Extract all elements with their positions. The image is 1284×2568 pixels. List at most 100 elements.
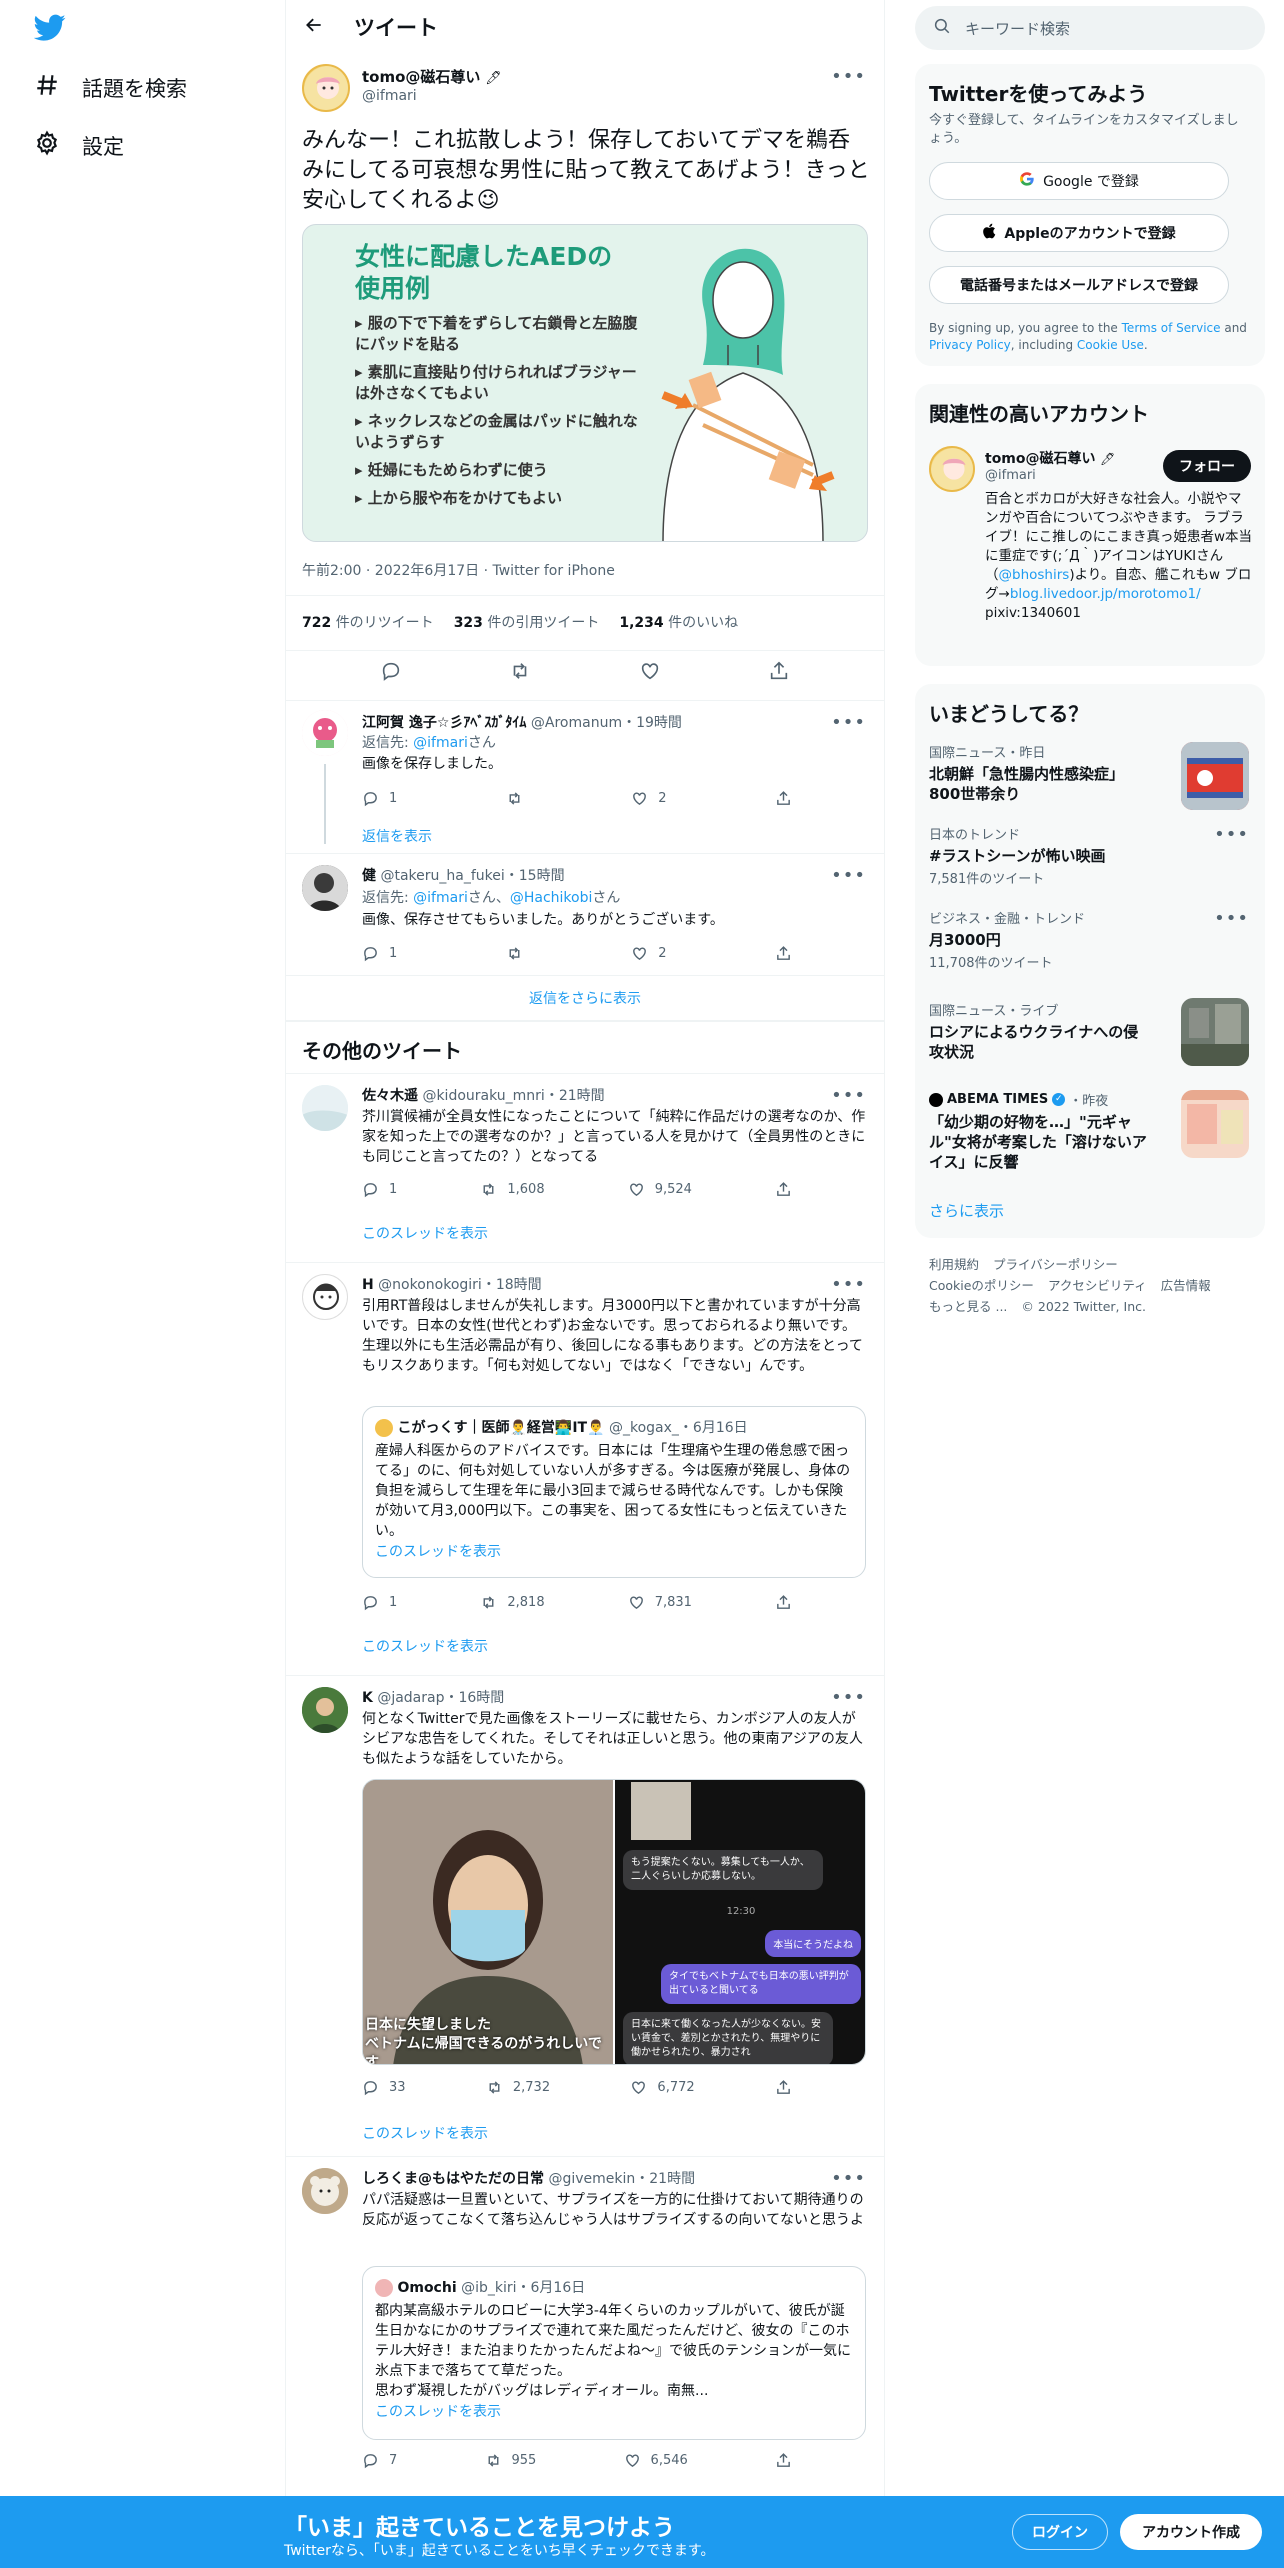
show-more-trends-link[interactable]: さらに表示 <box>929 1200 1004 1221</box>
avatar[interactable] <box>302 1085 348 1131</box>
more-options-icon[interactable]: ••• <box>831 2168 866 2189</box>
privacy-link[interactable]: Privacy Policy <box>929 338 1011 352</box>
share-icon[interactable] <box>768 660 790 686</box>
footer-link[interactable]: 利用規約 <box>929 1254 979 1275</box>
other-tweet[interactable]: K @jadarap・16時間 ••• 何となくTwitterで見た画像をストー… <box>286 1675 884 2155</box>
apple-signup-button[interactable]: Appleのアカウントで登録 <box>929 214 1229 252</box>
retweet-button[interactable] <box>506 945 523 962</box>
tweet-image[interactable]: 女性に配慮したAEDの 使用例 ▸ 服の下で下着をずらして右鎖骨と左脇腹にパッドを… <box>302 224 868 542</box>
twitter-logo-icon[interactable] <box>33 14 66 46</box>
avatar[interactable] <box>302 2168 348 2214</box>
back-arrow-icon[interactable] <box>304 15 324 40</box>
footer-link[interactable]: Cookieのポリシー <box>929 1275 1034 1296</box>
avatar[interactable] <box>302 1274 348 1320</box>
mention-link[interactable]: @ifmari <box>413 735 468 751</box>
show-more-replies-link[interactable]: 返信をさらに表示 <box>286 988 884 1008</box>
quoted-tweet[interactable]: こがっくす｜医師👨‍⚕️経営👨‍💻IT👨‍💼 @_kogax_・6月16日 産婦… <box>362 1406 866 1578</box>
more-options-icon[interactable]: ••• <box>831 1687 866 1708</box>
bio-mention-link[interactable]: @bhoshirs <box>999 567 1070 583</box>
quoted-tweet[interactable]: Omochi @ib_kiri・6月16日 都内某高級ホテルのロビーに大学3-4… <box>362 2266 866 2440</box>
search-input[interactable]: キーワード検索 <box>965 18 1070 39</box>
cookie-link[interactable]: Cookie Use <box>1077 338 1144 352</box>
like-icon[interactable] <box>639 660 661 686</box>
trend-item[interactable]: ビジネス・金融・トレンド 月3000円 11,708件のツイート <box>929 908 1249 971</box>
like-button[interactable]: 2 <box>631 790 667 807</box>
show-thread-link[interactable]: このスレッドを表示 <box>362 1636 488 1656</box>
like-button[interactable]: 9,524 <box>628 1181 692 1198</box>
media-chat-screenshot[interactable]: もう提案たくない。募集しても一人か、二人ぐらいしか応募しない。 12:30 本当… <box>615 1780 865 2064</box>
footer-link[interactable]: アクセシビリティ <box>1048 1275 1147 1296</box>
google-signup-button[interactable]: Google で登録 <box>929 162 1229 200</box>
author-name[interactable]: tomo@磁石尊い 🖊 <box>362 66 502 87</box>
reply-button[interactable]: 33 <box>362 2079 406 2096</box>
footer-link[interactable]: 広告情報 <box>1161 1275 1211 1296</box>
show-thread-link[interactable]: このスレッドを表示 <box>362 1223 488 1243</box>
retweet-button[interactable]: 2,732 <box>486 2079 550 2096</box>
retweet-count[interactable]: 722 件のリツイート <box>302 612 434 632</box>
retweet-button[interactable]: 955 <box>485 2452 536 2469</box>
author-handle[interactable]: @ifmari <box>362 88 417 104</box>
share-button[interactable] <box>775 1181 792 1198</box>
follow-button[interactable]: フォロー <box>1163 450 1251 482</box>
phone-email-signup-button[interactable]: 電話番号またはメールアドレスで登録 <box>929 266 1229 304</box>
share-button[interactable] <box>775 1594 792 1611</box>
avatar[interactable] <box>929 446 975 492</box>
show-replies-link[interactable]: 返信を表示 <box>362 826 432 846</box>
like-button[interactable]: 6,546 <box>624 2452 688 2469</box>
create-account-button[interactable]: アカウント作成 <box>1120 2514 1262 2550</box>
more-options-icon[interactable]: ••• <box>831 66 866 87</box>
reply-button[interactable]: 1 <box>362 1594 397 1611</box>
show-thread-link[interactable]: このスレッドを表示 <box>362 2123 488 2143</box>
more-options-icon[interactable]: ••• <box>831 712 866 733</box>
retweet-button[interactable]: 1,608 <box>480 1181 545 1198</box>
share-button[interactable] <box>775 2452 792 2469</box>
quote-count[interactable]: 323 件の引用ツイート <box>454 612 600 632</box>
trend-more-icon[interactable]: ••• <box>1214 908 1249 929</box>
show-thread-link[interactable]: このスレッドを表示 <box>375 2401 853 2421</box>
tweet-timestamp[interactable]: 午前2:00 · 2022年6月17日 · Twitter for iPhone <box>302 560 615 580</box>
media-photo[interactable]: 日本に失望しました ベトナムに帰国できるのがうれしいです <box>363 1780 613 2064</box>
tweet-media[interactable]: 日本に失望しました ベトナムに帰国できるのがうれしいです もう提案たくない。募集… <box>362 1779 866 2065</box>
mention-link[interactable]: @ifmari <box>413 890 468 906</box>
blog-link[interactable]: blog.livedoor.jp/morotomo1/ <box>1010 586 1201 602</box>
more-options-icon[interactable]: ••• <box>831 865 866 886</box>
like-button[interactable]: 2 <box>631 945 667 962</box>
more-options-icon[interactable]: ••• <box>831 1085 866 1106</box>
trend-more-icon[interactable]: ••• <box>1214 824 1249 845</box>
mention-link[interactable]: @Hachikobi <box>510 890 593 906</box>
show-thread-link[interactable]: このスレッドを表示 <box>375 1541 853 1561</box>
related-handle[interactable]: @ifmari <box>985 468 1036 483</box>
reply-button[interactable]: 1 <box>362 945 397 962</box>
avatar[interactable] <box>302 865 348 911</box>
reply-button[interactable]: 1 <box>362 790 397 807</box>
other-tweet[interactable]: H @nokonokogiri・18時間 ••• 引用RT普段はしませんが失礼し… <box>286 1262 884 1662</box>
nav-explore[interactable]: 話題を検索 <box>34 72 187 103</box>
reply-icon[interactable] <box>380 660 402 686</box>
more-options-icon[interactable]: ••• <box>831 1274 866 1295</box>
share-button[interactable] <box>775 945 792 962</box>
like-button[interactable]: 6,772 <box>630 2079 695 2096</box>
reply-tweet[interactable]: 江阿賀 逸子☆彡ｱﾍﾞｽｶﾞﾀｲﾑ @Aromanum・19時間 ••• 返信先… <box>286 700 884 852</box>
retweet-icon[interactable] <box>509 660 531 686</box>
like-count[interactable]: 1,234 件のいいね <box>619 612 738 632</box>
retweet-button[interactable] <box>506 790 523 807</box>
like-button[interactable]: 7,831 <box>628 1594 692 1611</box>
other-tweet[interactable]: しろくま@もはやただの日常 @givemekin・21時間 ••• パパ活疑惑は… <box>286 2156 884 2496</box>
share-button[interactable] <box>775 790 792 807</box>
reply-button[interactable]: 1 <box>362 1181 397 1198</box>
terms-link[interactable]: Terms of Service <box>1122 321 1221 335</box>
avatar[interactable] <box>302 1687 348 1733</box>
share-button[interactable] <box>775 2079 792 2096</box>
other-tweet[interactable]: 佐々木遥 @kidouraku_mnri・21時間 ••• 芥川賞候補が全員女性… <box>286 1073 884 1273</box>
avatar[interactable] <box>302 64 350 112</box>
related-name[interactable]: tomo@磁石尊い 🖊 <box>985 448 1115 468</box>
reply-button[interactable]: 7 <box>362 2452 397 2469</box>
avatar[interactable] <box>302 710 348 756</box>
retweet-button[interactable]: 2,818 <box>480 1594 545 1611</box>
search-box[interactable]: キーワード検索 <box>915 6 1265 50</box>
trend-item[interactable]: 日本のトレンド #ラストシーンが怖い映画 7,581件のツイート <box>929 824 1249 887</box>
login-button[interactable]: ログイン <box>1012 2514 1108 2550</box>
footer-more-link[interactable]: もっと見る ... <box>929 1296 1007 1317</box>
footer-link[interactable]: プライバシーポリシー <box>993 1254 1118 1275</box>
reply-tweet[interactable]: 健 @takeru_ha_fukei・15時間 ••• 返信先: @ifmari… <box>286 853 884 975</box>
